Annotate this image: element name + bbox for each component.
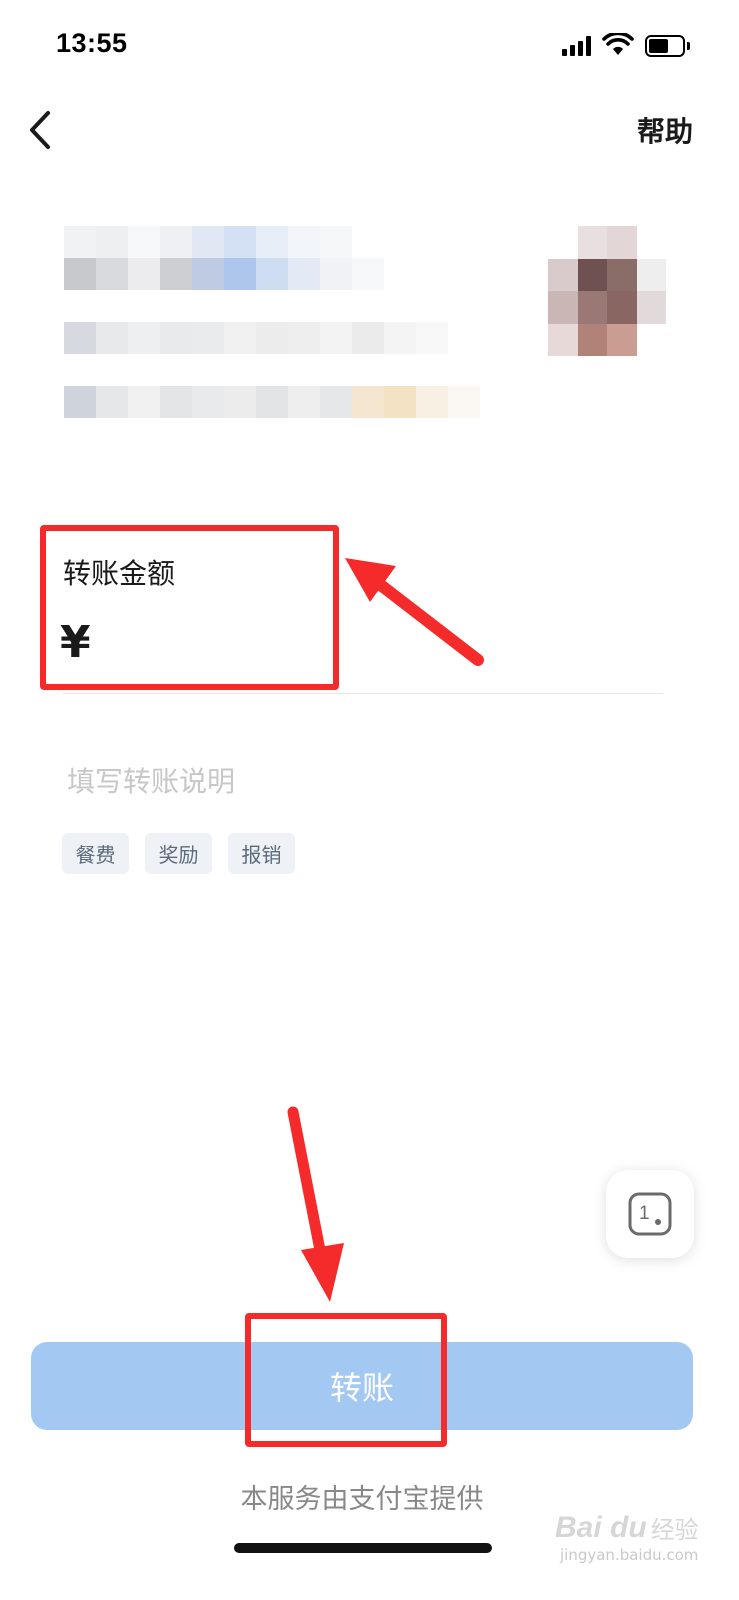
wifi-icon [602, 33, 634, 55]
floating-button-label: 1 [639, 1203, 650, 1224]
tag-reimbursement[interactable]: 报销 [228, 833, 295, 874]
floating-assistant-button[interactable]: 1 [606, 1170, 694, 1258]
annotation-arrow-transfer [287, 1106, 344, 1302]
annotation-box-amount [40, 525, 339, 690]
tag-meal[interactable]: 餐费 [62, 833, 129, 874]
cellular-signal-icon [562, 36, 592, 56]
battery-icon [645, 35, 685, 57]
baidu-watermark: Bai du 经验 [555, 1510, 699, 1545]
battery-tip [687, 42, 690, 50]
dice-face-icon: 1 [628, 1192, 672, 1236]
status-time: 13:55 [56, 28, 128, 58]
quick-note-tags: 餐费 奖励 报销 [62, 833, 295, 874]
help-button[interactable]: 帮助 [637, 110, 693, 150]
back-arrow-icon[interactable] [18, 104, 68, 154]
avatar-blurred [548, 226, 666, 356]
tag-reward[interactable]: 奖励 [145, 833, 212, 874]
transfer-note-input[interactable]: 填写转账说明 [67, 760, 235, 800]
home-indicator[interactable] [234, 1543, 492, 1553]
watermark-logo: Bai du [555, 1510, 647, 1544]
annotation-box-transfer [245, 1313, 447, 1447]
watermark-url: jingyan.baidu.com [560, 1546, 699, 1564]
watermark-text: 经验 [650, 1516, 699, 1544]
amount-divider [63, 693, 663, 694]
